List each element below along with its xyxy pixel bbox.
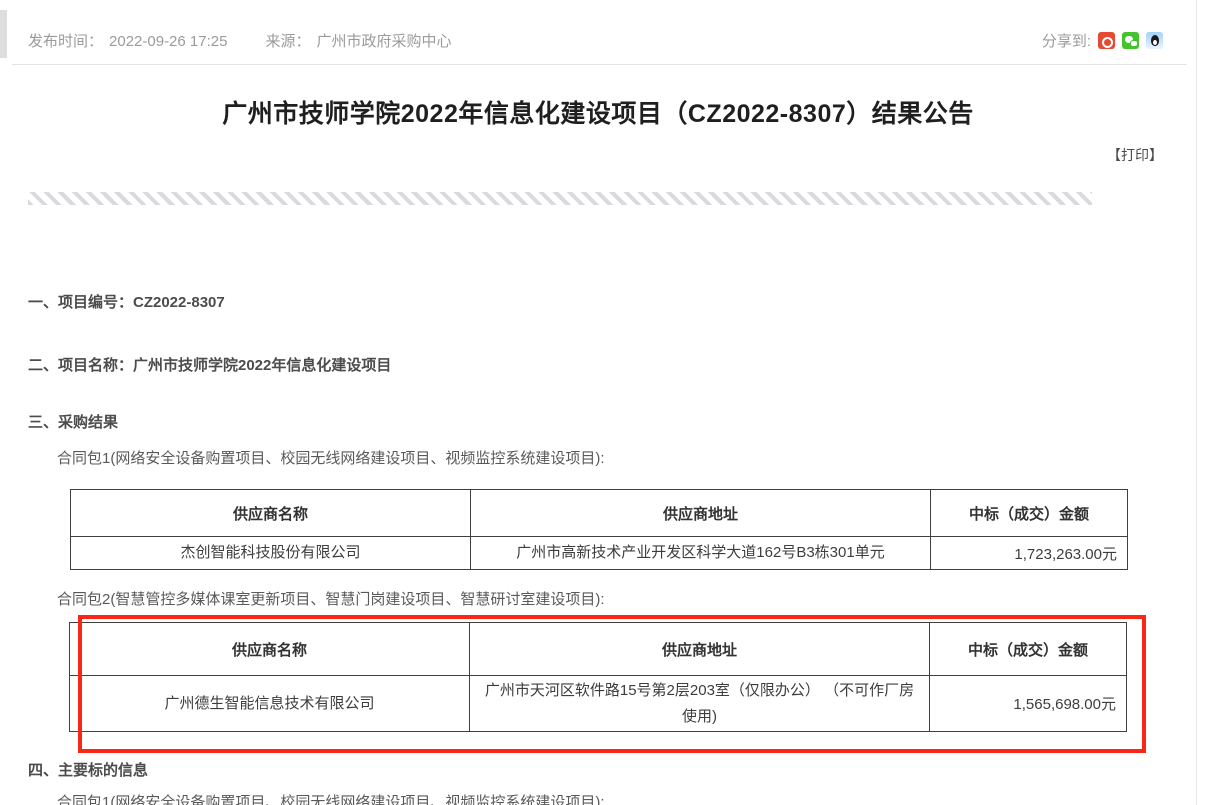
cell-award-amount: 1,565,698.00元 xyxy=(930,676,1127,732)
cell-award-amount: 1,723,263.00元 xyxy=(931,537,1128,570)
clipped-bottom-line: 合同包1(网络安全设备购置项目、校园无线网络建设项目、视频监控系统建设项目): xyxy=(57,791,605,805)
package-2-label: 合同包2(智慧管控多媒体课室更新项目、智慧门岗建设项目、智慧研讨室建设项目): xyxy=(57,588,605,609)
cell-supplier-name: 广州德生智能信息技术有限公司 xyxy=(70,676,470,732)
header-award-amount: 中标（成交）金额 xyxy=(930,623,1127,676)
header-supplier-address: 供应商地址 xyxy=(471,490,931,537)
table-header-row: 供应商名称 供应商地址 中标（成交）金额 xyxy=(71,490,1128,537)
source-label: 来源： xyxy=(265,33,310,50)
cell-supplier-address: 广州市天河区软件路15号第2层203室（仅限办公） （不可作厂房使用) xyxy=(470,676,930,732)
package-2-table: 供应商名称 供应商地址 中标（成交）金额 广州德生智能信息技术有限公司 广州市天… xyxy=(69,622,1127,732)
section-main-subject-info: 四、主要标的信息 xyxy=(28,759,148,780)
table-row: 广州德生智能信息技术有限公司 广州市天河区软件路15号第2层203室（仅限办公）… xyxy=(70,676,1127,732)
weibo-share-icon[interactable] xyxy=(1098,32,1115,49)
source-name: 广州市政府采购中心 xyxy=(316,33,451,50)
section-project-name: 二、项目名称：广州市技师学院2022年信息化建设项目 xyxy=(28,354,391,375)
table-row: 杰创智能科技股份有限公司 广州市高新技术产业开发区科学大道162号B3栋301单… xyxy=(71,537,1128,570)
print-button[interactable]: 【打印】 xyxy=(1107,145,1163,165)
publish-time-value: 2022-09-26 17:25 xyxy=(109,33,227,50)
publish-time-label: 发布时间： xyxy=(28,33,103,50)
share-label: 分享到: xyxy=(1042,30,1091,51)
header-award-amount: 中标（成交）金额 xyxy=(931,490,1128,537)
package-1-label: 合同包1(网络安全设备购置项目、校园无线网络建设项目、视频监控系统建设项目): xyxy=(57,447,605,468)
meta-divider-line xyxy=(12,64,1187,65)
package-1-table: 供应商名称 供应商地址 中标（成交）金额 杰创智能科技股份有限公司 广州市高新技… xyxy=(70,489,1128,570)
wechat-share-icon[interactable] xyxy=(1122,32,1139,49)
share-group: 分享到: xyxy=(1042,30,1163,51)
header-supplier-address: 供应商地址 xyxy=(470,623,930,676)
section-procurement-result: 三、采购结果 xyxy=(28,411,118,432)
table-header-row: 供应商名称 供应商地址 中标（成交）金额 xyxy=(70,623,1127,676)
announcement-page: 发布时间： 2022-09-26 17:25 来源： 广州市政府采购中心 分享到: 广… xyxy=(0,0,1218,805)
page-title: 广州市技师学院2022年信息化建设项目（CZ2022-8307）结果公告 xyxy=(0,94,1196,130)
section-project-number: 一、项目编号：CZ2022-8307 xyxy=(28,291,225,312)
hatched-divider xyxy=(28,192,1092,205)
header-supplier-name: 供应商名称 xyxy=(70,623,470,676)
cell-supplier-name: 杰创智能科技股份有限公司 xyxy=(71,537,471,570)
page-right-border xyxy=(1196,0,1197,805)
cell-supplier-address: 广州市高新技术产业开发区科学大道162号B3栋301单元 xyxy=(471,537,931,570)
publish-info: 发布时间： 2022-09-26 17:25 来源： 广州市政府采购中心 xyxy=(28,30,457,51)
meta-bar: 发布时间： 2022-09-26 17:25 来源： 广州市政府采购中心 分享到: xyxy=(28,30,1163,51)
header-supplier-name: 供应商名称 xyxy=(71,490,471,537)
left-edge-strip xyxy=(0,10,7,58)
qq-share-icon[interactable] xyxy=(1146,32,1163,49)
